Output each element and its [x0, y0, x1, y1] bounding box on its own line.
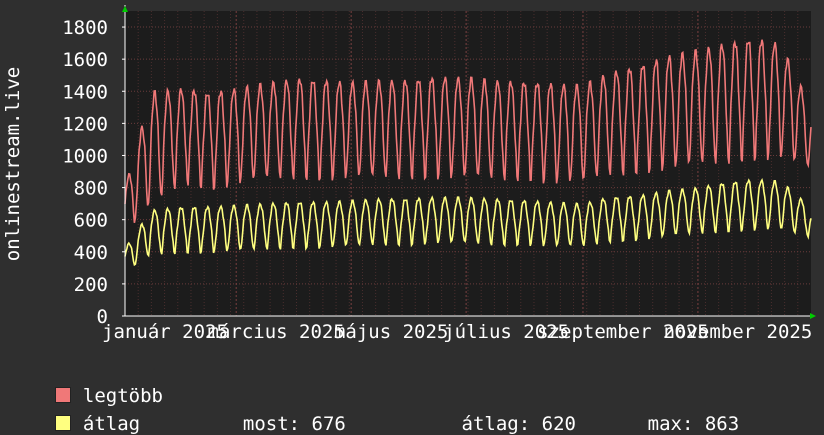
legend-row-avg: átlag most: 676 átlag: 620 max: 863: [32, 391, 739, 435]
y-tick-label: 600: [74, 210, 108, 232]
y-tick-label: 400: [74, 242, 108, 264]
stat-avg-value: 620: [541, 413, 576, 435]
x-tick-label: november 2025: [664, 321, 813, 343]
y-tick-label: 1200: [62, 113, 108, 135]
y-tick-label: 1600: [62, 49, 108, 71]
x-tick-label: május 2025: [334, 321, 448, 343]
y-tick-label: 200: [74, 274, 108, 296]
x-tick-label: március 2025: [208, 321, 345, 343]
y-tick-label: 800: [74, 178, 108, 200]
y-tick-label: 1000: [62, 145, 108, 167]
x-axis-arrow: [810, 313, 816, 319]
stat-max-value: 863: [704, 413, 740, 435]
y-tick-label: 1400: [62, 81, 108, 103]
y-tick-labels: 020040060080010001200140016001800: [62, 17, 125, 328]
legend-label-avg: átlag: [82, 413, 141, 435]
stat-now-value: 676: [311, 413, 346, 435]
x-tick-labels: január 2025március 2025május 2025július …: [102, 321, 812, 343]
stat-avg-label: átlag:: [461, 413, 531, 435]
y-axis-arrow: [122, 6, 128, 12]
stat-max-label: max:: [647, 413, 694, 435]
legend-swatch-avg: [54, 415, 71, 431]
y-tick-label: 1800: [62, 17, 108, 39]
y-axis-label: onlinestream.live: [2, 67, 24, 261]
stat-now-label: most:: [242, 413, 301, 435]
